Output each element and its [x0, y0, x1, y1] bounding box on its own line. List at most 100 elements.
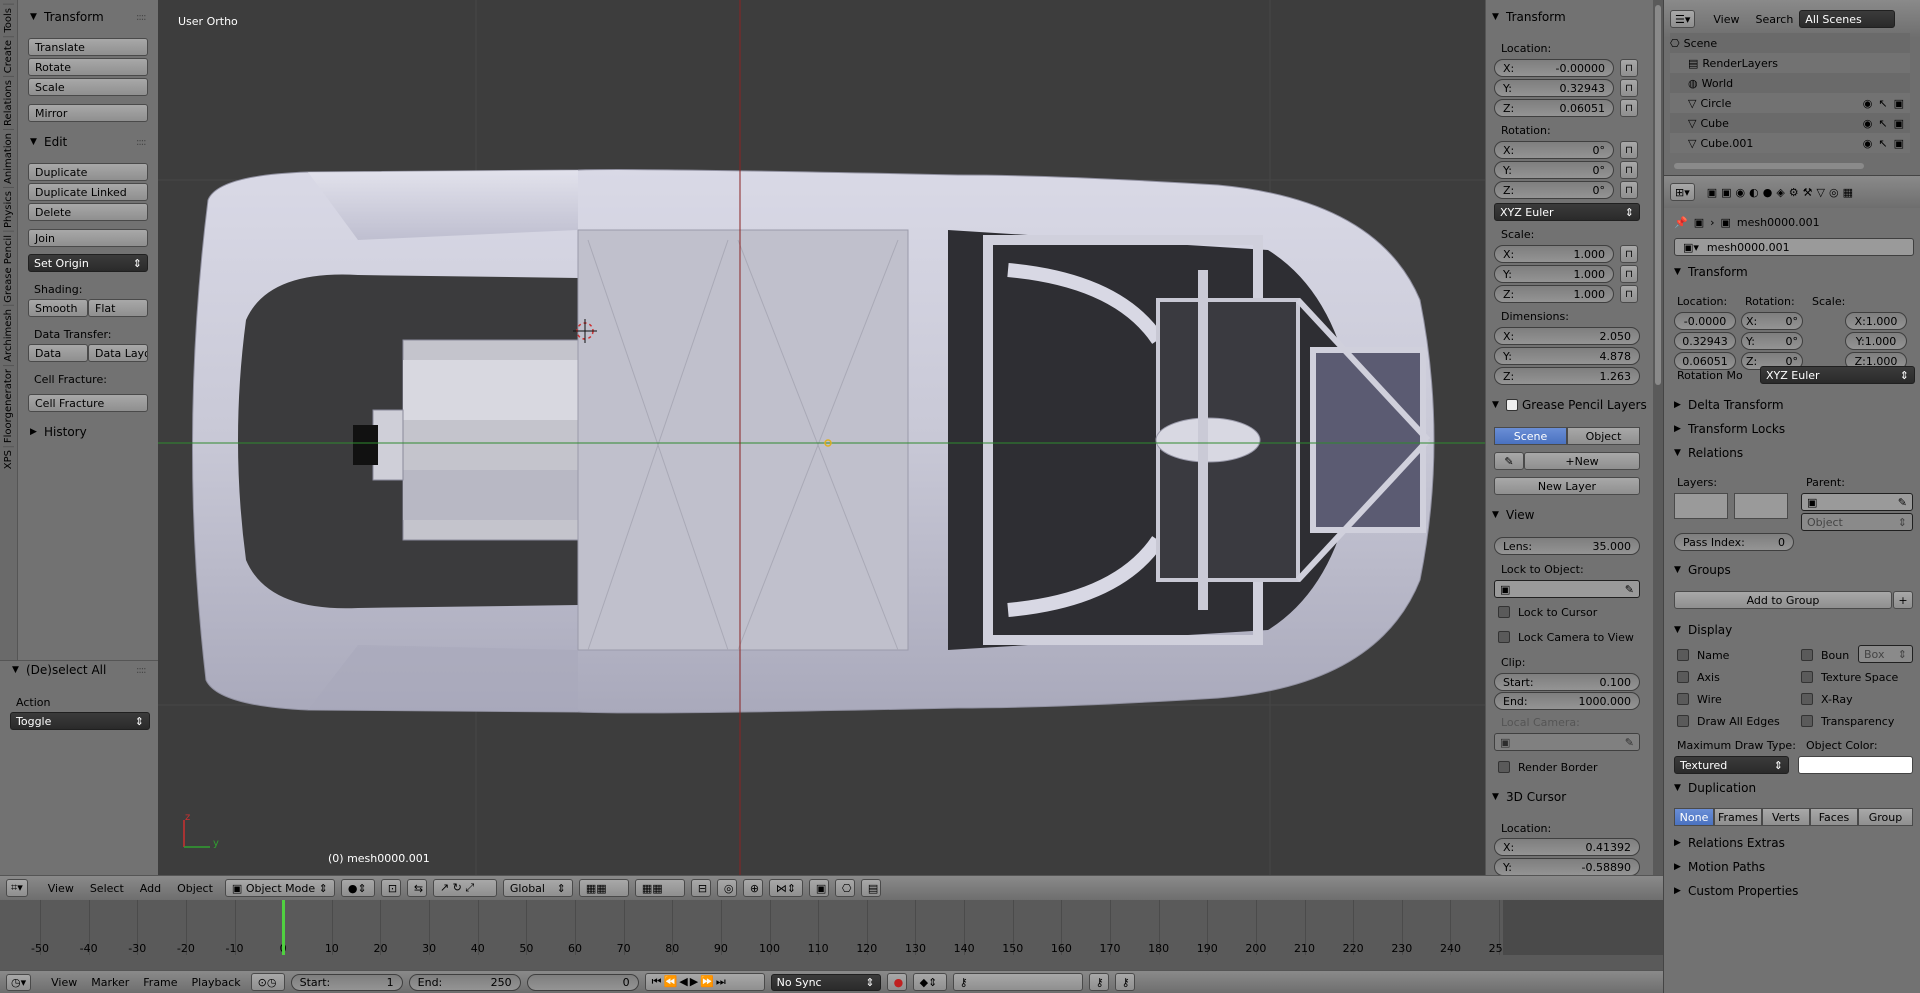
pass-index-field[interactable]: Pass Index: 0 — [1674, 533, 1794, 551]
render-border-row[interactable]: Render Border — [1498, 758, 1598, 776]
rotate-button[interactable]: Rotate — [28, 58, 148, 76]
delete-keyframe-icon[interactable]: ⚷ — [1114, 973, 1135, 991]
pivot-icon[interactable]: ⊡ — [380, 879, 401, 897]
duplicate-linked-button[interactable]: Duplicate Linked — [28, 183, 148, 201]
dup-faces-button[interactable]: Faces — [1810, 808, 1858, 826]
lock-icon[interactable]: ⊓ — [1620, 79, 1638, 97]
transform-panel-header[interactable]: ▼ Transform — [1492, 8, 1566, 26]
new-layer-button[interactable]: New Layer — [1494, 477, 1640, 495]
tool-tab[interactable]: Animation — [3, 128, 14, 187]
prop-value-field[interactable]: X:1.000 — [1845, 312, 1907, 330]
texture-space-row[interactable]: Texture Space — [1801, 668, 1898, 686]
value-field[interactable]: Z: 1.000 — [1494, 285, 1614, 303]
object-name-field[interactable]: ▣▾ mesh0000.001 — [1674, 238, 1914, 256]
outliner-view-menu[interactable]: View — [1713, 13, 1739, 26]
visibility-icons[interactable]: ◉↖▣ — [1863, 97, 1910, 110]
value-field[interactable]: X: 2.050 — [1494, 327, 1640, 345]
insert-keyframe-icon[interactable]: ⚷ — [1088, 973, 1109, 991]
tool-tab[interactable]: XPS — [3, 446, 14, 473]
value-field[interactable]: Z: 0° — [1494, 181, 1614, 199]
layers-grid-b[interactable] — [1734, 493, 1788, 519]
clip-end-field[interactable]: End: 1000.000 — [1494, 692, 1640, 710]
orientation-dropdown[interactable]: Global ⇕ — [502, 879, 573, 897]
lock-icon[interactable]: ⊓ — [1620, 99, 1638, 117]
delta-transform-header[interactable]: ▶ Delta Transform — [1674, 396, 1784, 414]
animation-icon[interactable]: ▤ — [860, 879, 881, 897]
manipulator-icon[interactable]: ⇆ — [406, 879, 427, 897]
visibility-icons[interactable]: ◉↖▣ — [1863, 117, 1910, 130]
prop-value-field[interactable]: 0.32943 — [1674, 332, 1736, 350]
lock-icon[interactable]: ⊓ — [1620, 265, 1638, 283]
rotation-mode-dropdown[interactable]: XYZ Euler ⇕ — [1494, 203, 1640, 221]
object-color-swatch[interactable] — [1798, 756, 1913, 774]
display-header[interactable]: ▼ Display — [1674, 621, 1732, 639]
value-field[interactable]: Z: 0.06051 — [1494, 99, 1614, 117]
add-group-icon[interactable]: + — [1893, 591, 1913, 609]
prop-value-field[interactable]: Y: 0° — [1741, 332, 1803, 350]
shading-dropdown[interactable]: ●⇕ — [340, 879, 375, 897]
motion-paths-header[interactable]: ▶ Motion Paths — [1674, 858, 1765, 876]
outliner-item[interactable]: ▽ Circle ◉↖▣ — [1670, 93, 1910, 113]
wire-checkbox[interactable] — [1677, 693, 1689, 705]
tool-tab[interactable]: Tools — [3, 4, 14, 36]
relations-header[interactable]: ▼ Relations — [1674, 444, 1743, 462]
value-field[interactable]: Y: 1.000 — [1494, 265, 1614, 283]
flat-button[interactable]: Flat — [88, 299, 148, 317]
lock-object-field[interactable]: ▣ ✎ — [1494, 580, 1640, 598]
keying-icon[interactable]: ◆⇕ — [912, 973, 947, 991]
playback-controls[interactable]: ⏮⏪◀▶⏩⏭ — [644, 973, 765, 991]
groups-header[interactable]: ▼ Groups — [1674, 561, 1731, 579]
scale-button[interactable]: Scale — [28, 78, 148, 96]
preview-range-icon[interactable]: ⊙◷ — [250, 973, 285, 991]
current-frame-field[interactable]: 0 — [526, 973, 639, 991]
start-frame-field[interactable]: Start: 1 — [290, 973, 403, 991]
object-menu[interactable]: Object — [177, 882, 213, 895]
record-icon[interactable]: ● — [886, 973, 907, 991]
lock-to-cursor-row[interactable]: Lock to Cursor — [1498, 603, 1597, 621]
grip-icon[interactable]: :::: — [136, 665, 147, 676]
outliner-scrollbar[interactable] — [1674, 163, 1864, 169]
value-field[interactable]: X: 1.000 — [1494, 245, 1614, 263]
pin-icon[interactable]: 📌 — [1674, 216, 1688, 229]
translate-button[interactable]: Translate — [28, 38, 148, 56]
select-menu[interactable]: Select — [90, 882, 124, 895]
layers-grid-2[interactable]: ▦▦ — [634, 879, 685, 897]
duplication-header[interactable]: ▼ Duplication — [1674, 779, 1756, 797]
lock-to-cursor-checkbox[interactable] — [1498, 606, 1510, 618]
camera-icon[interactable]: ⎔ — [834, 879, 855, 897]
axis-row[interactable]: Axis — [1677, 668, 1720, 686]
prop-value-field[interactable]: X: 0° — [1741, 312, 1803, 330]
delete-button[interactable]: Delete — [28, 203, 148, 221]
dup-none-button[interactable]: None — [1674, 808, 1714, 826]
lock-camera-row[interactable]: Lock Camera to View — [1498, 628, 1634, 646]
texture-space-checkbox[interactable] — [1801, 671, 1813, 683]
gp-new-button[interactable]: + New — [1524, 452, 1640, 470]
outliner-editor-icon[interactable]: ☰▾ — [1670, 10, 1696, 28]
set-origin-dropdown[interactable]: Set Origin ⇕ — [28, 254, 148, 272]
cursor-panel-header[interactable]: ▼ 3D Cursor — [1492, 788, 1566, 806]
tool-tab[interactable]: Grease Pencil — [3, 230, 14, 306]
grip-icon[interactable]: :::: — [136, 12, 147, 23]
shelf-scrollbar[interactable] — [1653, 0, 1663, 875]
lock-icon[interactable]: ⊓ — [1620, 245, 1638, 263]
lock-icon[interactable]: ⊟ — [690, 879, 711, 897]
layers-grid[interactable]: ▦▦ — [578, 879, 629, 897]
value-field[interactable]: Y: 4.878 — [1494, 347, 1640, 365]
grease-pencil-checkbox[interactable] — [1506, 399, 1518, 411]
action-dropdown[interactable]: Toggle ⇕ — [10, 712, 150, 730]
proportional-icon[interactable]: ◎ — [716, 879, 737, 897]
xray-checkbox[interactable] — [1801, 693, 1813, 705]
lock-camera-checkbox[interactable] — [1498, 631, 1510, 643]
value-field[interactable]: Y: -0.58890 — [1494, 858, 1640, 875]
sync-dropdown[interactable]: No Sync ⇕ — [770, 973, 881, 991]
current-frame-indicator[interactable] — [282, 900, 286, 955]
max-draw-type-dropdown[interactable]: Textured ⇕ — [1674, 756, 1789, 774]
value-field[interactable]: Z: 1.263 — [1494, 367, 1640, 385]
viewport-3d[interactable]: User Ortho (0) mesh0000.001 z y — [158, 0, 1485, 875]
gp-object-button[interactable]: Object — [1567, 427, 1640, 445]
view-menu[interactable]: View — [48, 882, 74, 895]
gp-scene-button[interactable]: Scene — [1494, 427, 1567, 445]
tool-tab[interactable]: Relations — [3, 75, 14, 129]
context-tabs[interactable]: ▣▣◉◐●◈⚙⚒▽◎▦ — [1707, 186, 1857, 199]
draw-all-edges-checkbox[interactable] — [1677, 715, 1689, 727]
